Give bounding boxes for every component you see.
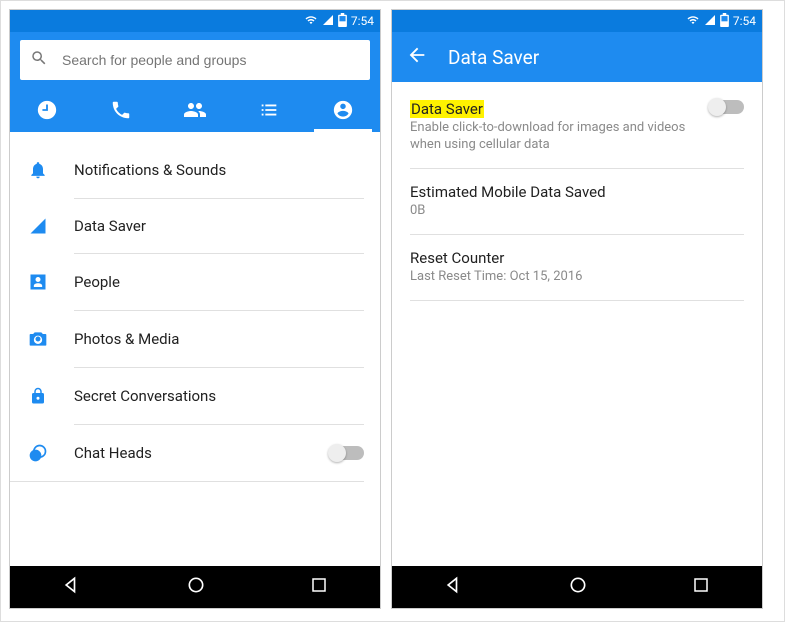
ds-row-estimated[interactable]: Estimated Mobile Data Saved 0B <box>392 171 762 232</box>
divider <box>410 300 744 301</box>
chat-heads-toggle[interactable] <box>330 446 364 460</box>
page-title: Data Saver <box>448 46 539 69</box>
ds-row-toggle[interactable]: Data Saver Enable click-to-download for … <box>392 88 762 166</box>
settings-item-label: Data Saver <box>74 217 364 235</box>
nav-home[interactable] <box>568 575 588 599</box>
toggle-knob <box>708 98 726 116</box>
signal-icon <box>704 14 716 29</box>
settings-item-chat-heads[interactable]: Chat Heads <box>10 425 380 481</box>
android-navbar <box>10 566 380 608</box>
divider <box>10 481 364 482</box>
battery-icon <box>338 13 347 30</box>
settings-item-label: Chat Heads <box>74 444 306 462</box>
settings-item-people[interactable]: People <box>10 254 380 310</box>
settings-item-secret[interactable]: Secret Conversations <box>10 368 380 424</box>
android-navbar <box>392 566 762 608</box>
person-icon <box>26 272 50 292</box>
divider <box>410 168 744 169</box>
settings-item-label: Notifications & Sounds <box>74 161 364 179</box>
signal-icon <box>322 14 334 29</box>
nav-back[interactable] <box>62 575 82 599</box>
search-icon <box>30 49 48 71</box>
settings-item-notifications[interactable]: Notifications & Sounds <box>10 142 380 198</box>
nav-recent[interactable] <box>310 576 328 598</box>
settings-item-photos[interactable]: Photos & Media <box>10 311 380 367</box>
wifi-icon <box>686 14 700 29</box>
back-button[interactable] <box>406 44 428 70</box>
settings-item-label: People <box>74 273 364 291</box>
status-bar: 7:54 <box>392 10 762 32</box>
nav-recent[interactable] <box>692 576 710 598</box>
chatheads-icon <box>26 443 50 463</box>
nav-back[interactable] <box>444 575 464 599</box>
status-time: 7:54 <box>733 14 756 28</box>
tab-groups[interactable] <box>232 88 306 132</box>
ds-secondary: Enable click-to-download for images and … <box>410 120 700 154</box>
phone-settings: 7:54 Notifications <box>9 9 381 609</box>
wifi-icon <box>304 14 318 29</box>
tab-people[interactable] <box>158 88 232 132</box>
titlebar: Data Saver <box>392 32 762 82</box>
search-input[interactable] <box>62 52 360 68</box>
data-saver-toggle[interactable] <box>710 100 744 114</box>
nav-home[interactable] <box>186 575 206 599</box>
search-box[interactable] <box>20 40 370 80</box>
data-saver-list: Data Saver Enable click-to-download for … <box>392 82 762 566</box>
ds-primary-highlight: Data Saver <box>410 100 484 118</box>
settings-item-label: Photos & Media <box>74 330 364 348</box>
signal-icon <box>26 217 50 235</box>
ds-primary: Reset Counter <box>410 249 744 267</box>
tab-calls[interactable] <box>84 88 158 132</box>
bell-icon <box>26 160 50 180</box>
settings-item-label: Secret Conversations <box>74 387 364 405</box>
tab-me[interactable] <box>306 88 380 132</box>
lock-icon <box>26 386 50 406</box>
ds-secondary: 0B <box>410 203 744 220</box>
camera-icon <box>26 329 50 349</box>
tab-recents[interactable] <box>10 88 84 132</box>
header-search-area <box>10 32 380 88</box>
settings-list: Notifications & Sounds Data Saver People… <box>10 132 380 566</box>
ds-secondary: Last Reset Time: Oct 15, 2016 <box>410 269 744 286</box>
status-bar: 7:54 <box>10 10 380 32</box>
toggle-knob <box>328 444 346 462</box>
battery-icon <box>720 13 729 30</box>
divider <box>410 234 744 235</box>
ds-primary: Estimated Mobile Data Saved <box>410 183 744 201</box>
ds-row-reset[interactable]: Reset Counter Last Reset Time: Oct 15, 2… <box>392 237 762 298</box>
settings-item-data-saver[interactable]: Data Saver <box>10 199 380 253</box>
status-time: 7:54 <box>351 14 374 28</box>
phone-data-saver: 7:54 Data Saver Data Saver Enable click-… <box>391 9 763 609</box>
tabs <box>10 88 380 132</box>
